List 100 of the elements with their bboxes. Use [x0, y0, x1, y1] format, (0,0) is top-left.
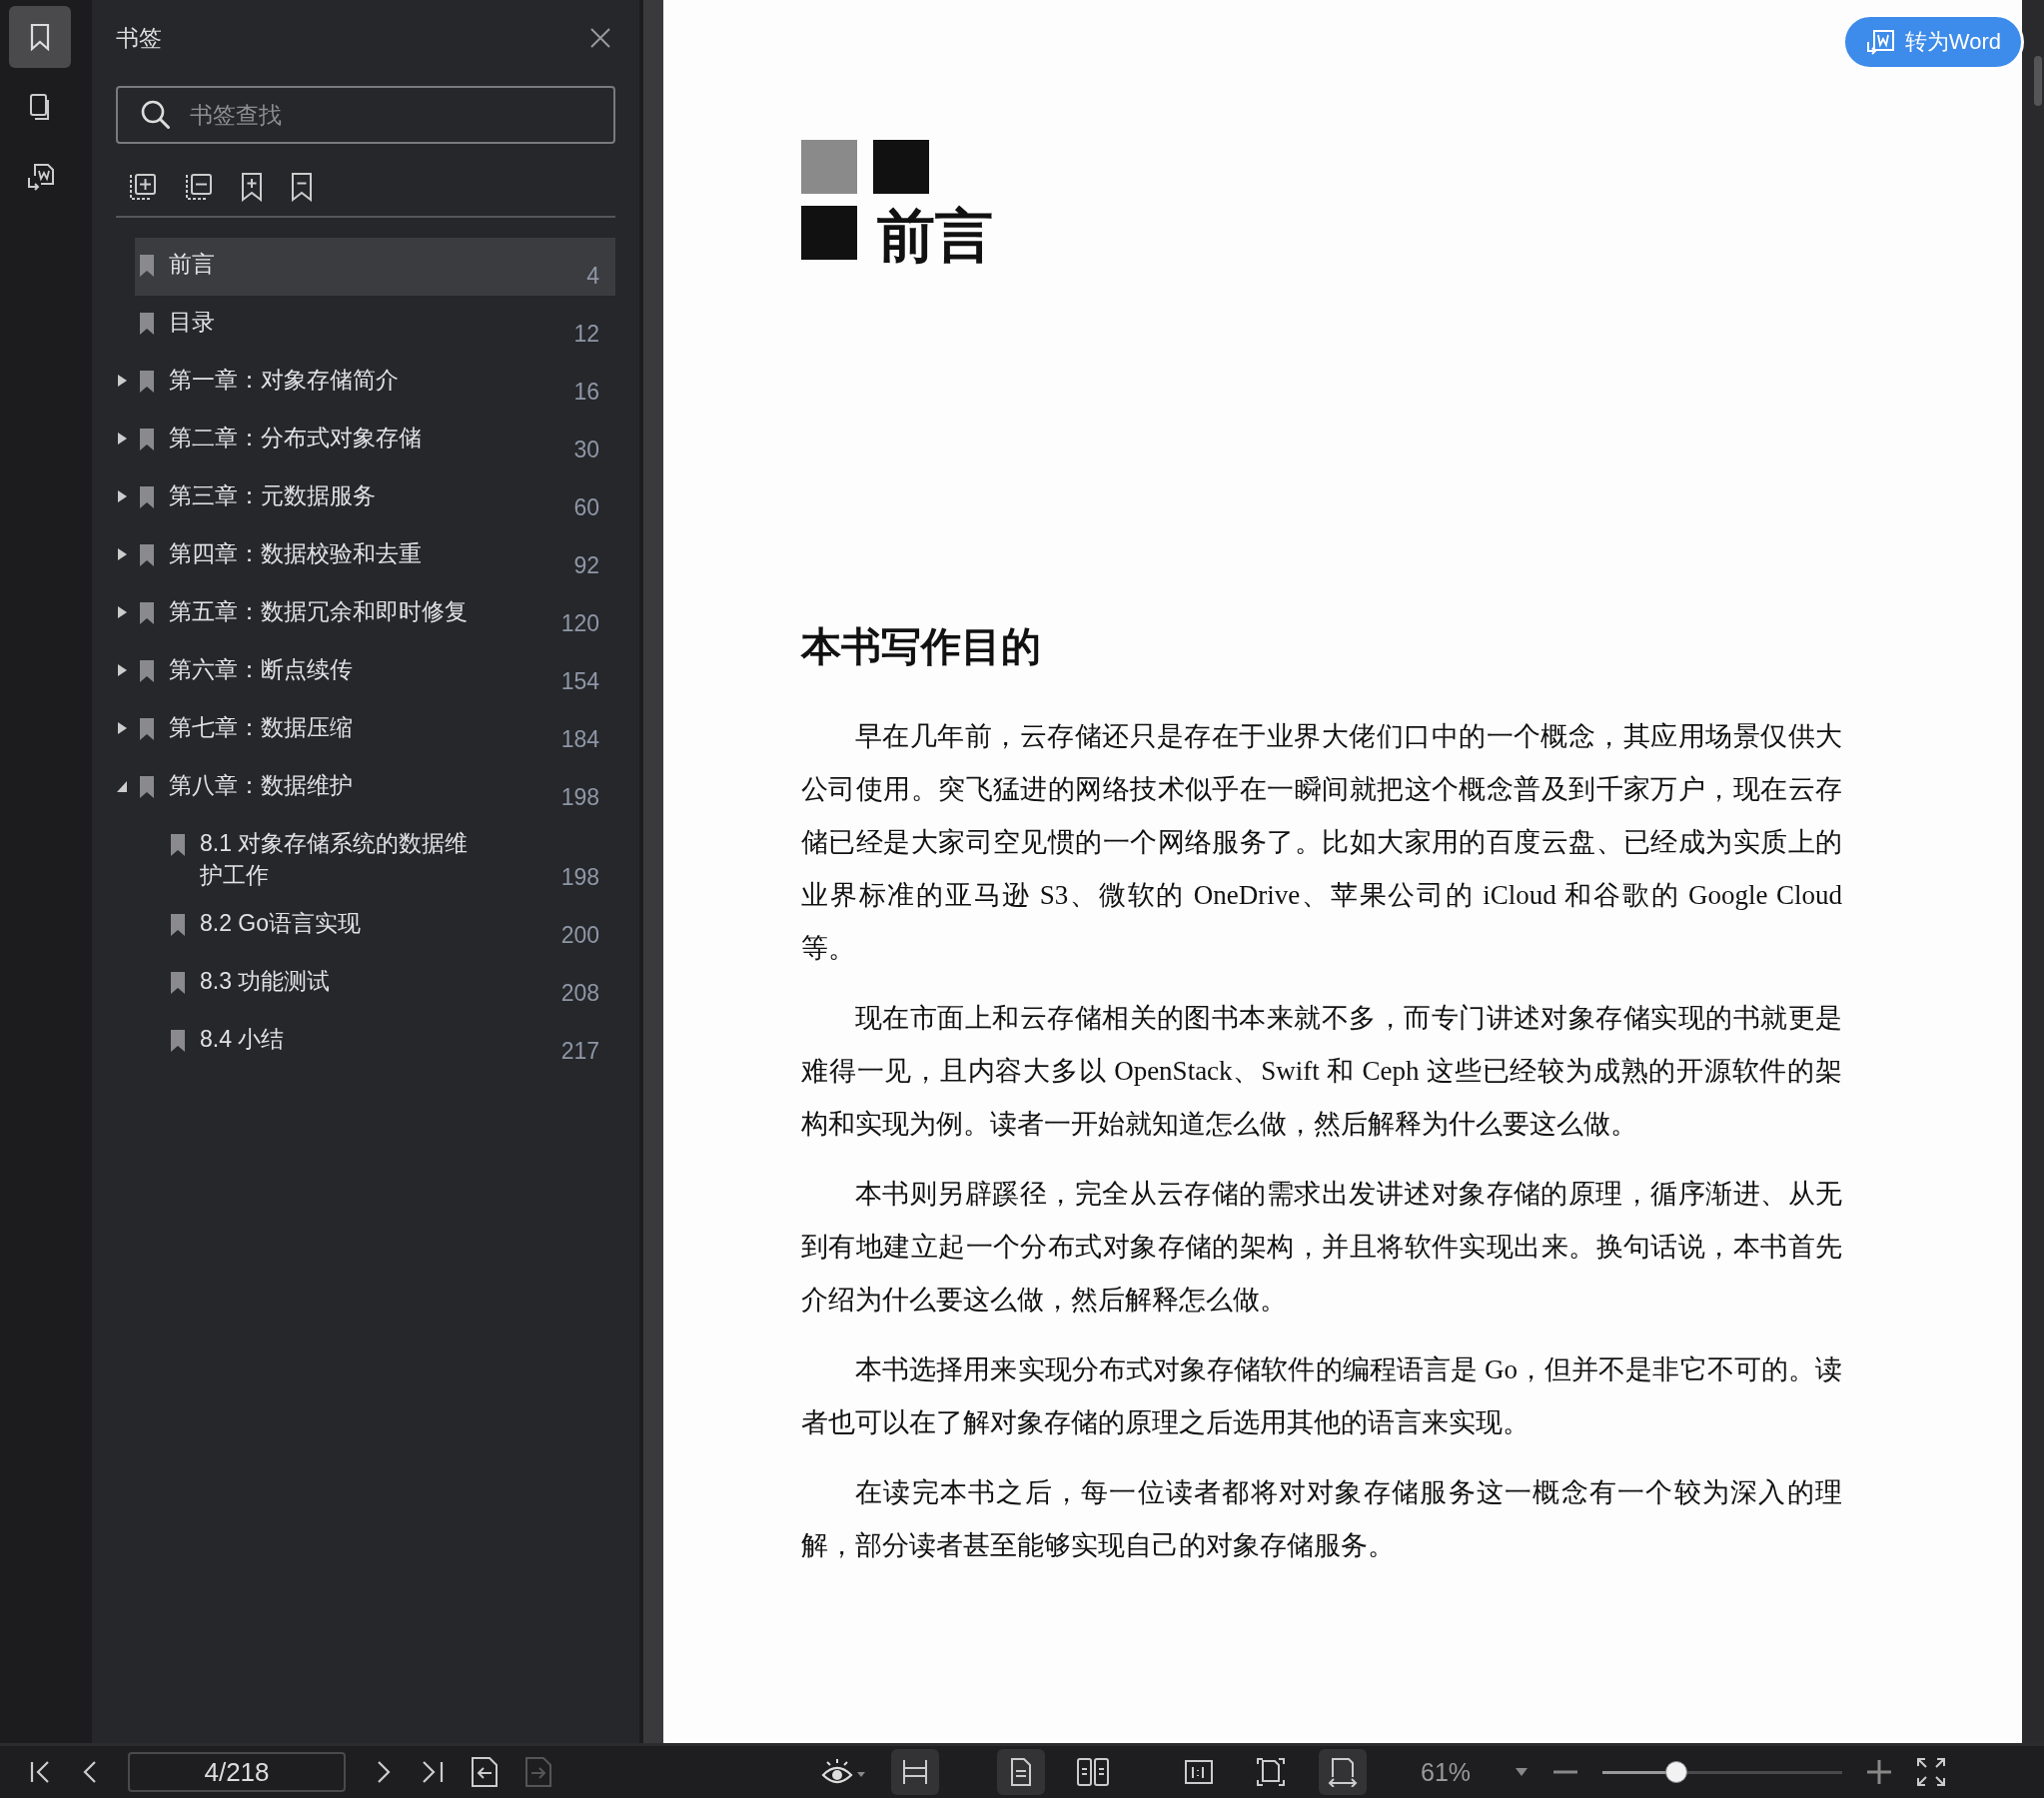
- bookmark-icon: [170, 913, 186, 937]
- bookmark-item[interactable]: 8.3 功能测试 208: [135, 955, 615, 1013]
- bookmark-label: 目录: [169, 308, 215, 337]
- fit-width-button[interactable]: [1319, 1749, 1367, 1795]
- remove-bookmark-icon[interactable]: [290, 172, 314, 202]
- fullscreen-icon[interactable]: [1916, 1757, 1946, 1787]
- expand-toggle-icon[interactable]: [116, 547, 128, 561]
- bookmark-item[interactable]: 第四章：数据校验和去重 92: [135, 527, 615, 585]
- bookmark-label: 第五章：数据冗余和即时修复: [169, 597, 468, 626]
- bookmark-label: 第七章：数据压缩: [169, 713, 353, 742]
- page-number: 60: [573, 493, 599, 521]
- bookmark-label: 8.1 对象存储系统的数据维护工作: [200, 829, 470, 890]
- bookmark-item[interactable]: 第三章：元数据服务 60: [135, 469, 615, 527]
- bookmark-item[interactable]: 第六章：断点续传 154: [135, 643, 615, 701]
- page-number: 217: [560, 1037, 599, 1065]
- bookmark-icon: [29, 23, 51, 51]
- bookmark-label: 8.3 功能测试: [200, 967, 331, 996]
- bookmark-icon: [139, 543, 155, 567]
- paragraph: 现在市面上和云存储相关的图书本来就不多，而专门讲述对象存储实现的书就更是难得一见，且内容大多以 OpenStack、Swift 和 Ceph 这些已经较为成熟的开源软件的架构和实现为例。读者一开始就知道怎么做，然后解释为什么要这么做。: [801, 1002, 1842, 1141]
- bookmark-label: 第四章：数据校验和去重: [169, 539, 422, 568]
- page-number: 208: [560, 979, 599, 1007]
- document-convert-icon: [25, 162, 55, 192]
- scrollbar-thumb[interactable]: [2034, 56, 2042, 106]
- page-number: 12: [573, 320, 599, 348]
- bookmark-label: 第二章：分布式对象存储: [169, 424, 422, 452]
- bookmark-icon: [139, 485, 155, 509]
- caret-icon[interactable]: [1515, 1767, 1529, 1777]
- expand-toggle-icon[interactable]: [116, 374, 128, 388]
- bookmark-label: 第一章：对象存储简介: [169, 366, 399, 395]
- bookmark-icon: [139, 775, 155, 799]
- bookmark-tab[interactable]: [9, 6, 71, 68]
- bookmark-label: 第六章：断点续传: [169, 655, 353, 684]
- pages-icon: [28, 93, 52, 121]
- page-number-field[interactable]: 4/218: [128, 1752, 346, 1792]
- bookmark-icon: [139, 659, 155, 683]
- search-field[interactable]: 书签查找: [116, 86, 615, 144]
- expand-all-icon[interactable]: [128, 172, 158, 202]
- bookmark-label: 第八章：数据维护: [169, 771, 353, 800]
- bookmark-icon: [139, 601, 155, 625]
- bookmark-label: 第三章：元数据服务: [169, 481, 376, 510]
- bookmark-label: 8.4 小结: [200, 1025, 285, 1054]
- bookmark-label: 8.2 Go语言实现: [200, 909, 362, 938]
- add-bookmark-icon[interactable]: [240, 172, 264, 202]
- expand-toggle-icon[interactable]: [116, 779, 128, 793]
- last-page-icon[interactable]: [420, 1759, 446, 1785]
- bookmark-item[interactable]: 8.1 对象存储系统的数据维护工作 198: [135, 817, 615, 897]
- continuous-scroll-button[interactable]: [891, 1749, 939, 1795]
- bookmark-icon: [170, 1029, 186, 1053]
- paragraph: 本书则另辟蹊径，完全从云存储的需求出发讲述对象存储的原理，循序渐进、从无到有地建立起一个分布式对象存储的架构，并且将软件实现出来。换句话说，本书首先介绍为什么要这么做，然后解释怎么做。: [801, 1178, 1842, 1317]
- expand-toggle-icon[interactable]: [116, 721, 128, 735]
- bookmark-icon: [170, 833, 186, 857]
- paragraph: 早在几年前，云存储还只是存在于业界大佬们口中的一个概念，其应用场景仅供大公司使用。突飞猛进的网络技术似乎在一瞬间就把这个概念普及到千家万户，现在云存储已经是大家司空见惯的一个网络服务了。比如大家用的百度云盘、已经成为实质上的业界标准的亚马逊 S3、微软的 OneDrive、苹果公司的 iCloud 和谷歌的 Google Cloud 等。: [801, 720, 1842, 965]
- page-number: 16: [573, 378, 599, 406]
- two-page-icon: [1076, 1757, 1110, 1787]
- bookmark-item[interactable]: 8.4 小结 217: [135, 1013, 615, 1071]
- collapse-all-icon[interactable]: [184, 172, 214, 202]
- bookmark-item[interactable]: 第七章：数据压缩 184: [135, 701, 615, 759]
- bookmark-icon: [170, 971, 186, 995]
- page-number: 184: [560, 725, 599, 753]
- single-page-button[interactable]: [997, 1749, 1045, 1795]
- zoom-in-icon[interactable]: [1866, 1759, 1892, 1785]
- bookmark-icon: [139, 717, 155, 741]
- page-number: 198: [560, 863, 599, 891]
- bookmark-item[interactable]: 第一章：对象存储简介 16: [135, 354, 615, 412]
- bookmark-icon: [139, 370, 155, 394]
- bookmark-item[interactable]: 前言 4: [135, 238, 615, 296]
- bookmark-item[interactable]: 8.2 Go语言实现 200: [135, 897, 615, 955]
- bookmark-item[interactable]: 第八章：数据维护 198: [135, 759, 615, 817]
- fit-width-icon: [1327, 1757, 1359, 1787]
- page-number: 198: [560, 783, 599, 811]
- fit-page-icon: [1256, 1757, 1286, 1787]
- page-number: 120: [560, 609, 599, 637]
- continuous-scroll-icon: [901, 1758, 929, 1786]
- page-number: 154: [560, 667, 599, 695]
- bookmark-icon: [139, 312, 155, 336]
- paragraph: 本书选择用来实现分布式对象存储软件的编程语言是 Go，但并不是非它不可的。读者也可以在了解对象存储的原理之后选用其他的语言来实现。: [801, 1353, 1842, 1439]
- page-number: 4: [586, 262, 599, 290]
- bookmark-item[interactable]: 第五章：数据冗余和即时修复 120: [135, 585, 615, 643]
- zoom-out-icon[interactable]: [1552, 1769, 1578, 1775]
- zoom-value: 61%: [1421, 1757, 1473, 1787]
- bookmark-item[interactable]: 目录 12: [135, 296, 615, 354]
- bookmark-icon: [139, 254, 155, 278]
- expand-toggle-icon[interactable]: [116, 663, 128, 677]
- paragraph: 在读完本书之后，每一位读者都将对对象存储服务这一概念有一个较为深入的理解，部分读者甚至能够实现自己的对象存储服务。: [801, 1476, 1842, 1562]
- actual-size-icon: [1184, 1759, 1214, 1785]
- page-number: 200: [560, 921, 599, 949]
- expand-toggle-icon[interactable]: [116, 489, 128, 503]
- page-number: 30: [573, 436, 599, 463]
- document-convert-icon: [1864, 29, 1895, 55]
- expand-toggle-icon[interactable]: [116, 605, 128, 619]
- bookmark-item[interactable]: 第二章：分布式对象存储 30: [135, 412, 615, 469]
- bookmark-label: 前言: [169, 250, 215, 279]
- section-heading: 本书写作目的: [801, 622, 1042, 671]
- expand-toggle-icon[interactable]: [116, 432, 128, 446]
- chapter-title: 前言: [877, 206, 993, 266]
- back-icon[interactable]: [470, 1756, 500, 1788]
- page-number: 92: [573, 551, 599, 579]
- bookmark-icon: [139, 428, 155, 451]
- panel-title: 书签: [116, 23, 162, 53]
- slider-thumb[interactable]: [1665, 1760, 1688, 1783]
